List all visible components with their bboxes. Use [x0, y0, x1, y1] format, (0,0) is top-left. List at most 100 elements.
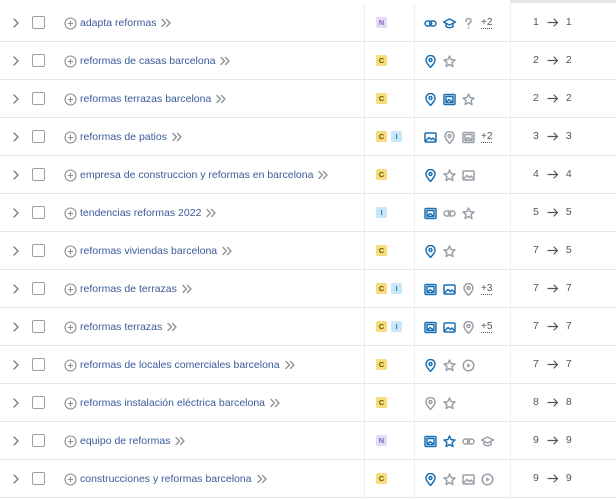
- chevron-right-icon[interactable]: [11, 245, 21, 257]
- row-checkbox[interactable]: [32, 358, 45, 371]
- add-keyword-icon[interactable]: [64, 92, 77, 106]
- keyword-link[interactable]: reformas de casas barcelona: [80, 55, 215, 67]
- add-keyword-icon[interactable]: [64, 130, 77, 144]
- row-checkbox[interactable]: [32, 130, 45, 143]
- star-icon[interactable]: [443, 168, 456, 182]
- graduation-cap-icon[interactable]: [481, 435, 494, 448]
- row-checkbox[interactable]: [32, 434, 45, 447]
- more-features-link[interactable]: +2: [481, 17, 493, 29]
- map-pin-icon[interactable]: [443, 130, 456, 144]
- question-icon[interactable]: [462, 17, 475, 30]
- star-icon[interactable]: [443, 54, 456, 68]
- star-icon[interactable]: [462, 206, 475, 220]
- keyword-link[interactable]: empresa de construccion y reformas en ba…: [80, 169, 313, 181]
- row-checkbox[interactable]: [32, 206, 45, 219]
- add-keyword-icon[interactable]: [64, 358, 77, 372]
- image-pack-icon[interactable]: [462, 131, 475, 144]
- map-pin-icon[interactable]: [424, 396, 437, 410]
- keyword-link[interactable]: reformas terrazas: [80, 321, 162, 333]
- double-chevron-right-icon[interactable]: [181, 284, 193, 294]
- row-checkbox[interactable]: [32, 244, 45, 257]
- double-chevron-right-icon[interactable]: [219, 56, 231, 66]
- double-chevron-right-icon[interactable]: [317, 170, 329, 180]
- double-chevron-right-icon[interactable]: [174, 436, 186, 446]
- chevron-right-icon[interactable]: [11, 283, 21, 295]
- row-checkbox[interactable]: [32, 320, 45, 333]
- image-pack-icon[interactable]: [424, 283, 437, 296]
- chevron-right-icon[interactable]: [11, 131, 21, 143]
- chevron-right-icon[interactable]: [11, 169, 21, 181]
- star-icon[interactable]: [443, 244, 456, 258]
- map-pin-icon[interactable]: [424, 168, 437, 182]
- image-icon[interactable]: [443, 321, 456, 334]
- chevron-right-icon[interactable]: [11, 55, 21, 67]
- chevron-right-icon[interactable]: [11, 321, 21, 333]
- image-pack-icon[interactable]: [424, 207, 437, 220]
- map-pin-icon[interactable]: [424, 472, 437, 486]
- keyword-link[interactable]: equipo de reformas: [80, 435, 170, 447]
- image-icon[interactable]: [424, 131, 437, 144]
- keyword-link[interactable]: adapta reformas: [80, 17, 156, 29]
- row-checkbox[interactable]: [32, 282, 45, 295]
- more-features-link[interactable]: +2: [481, 131, 493, 143]
- star-icon[interactable]: [443, 434, 456, 448]
- chevron-right-icon[interactable]: [11, 473, 21, 485]
- add-keyword-icon[interactable]: [64, 16, 77, 30]
- graduation-cap-icon[interactable]: [443, 17, 456, 30]
- map-pin-icon[interactable]: [462, 282, 475, 296]
- star-icon[interactable]: [443, 358, 456, 372]
- link-icon[interactable]: [424, 17, 437, 30]
- link-icon[interactable]: [443, 207, 456, 220]
- double-chevron-right-icon[interactable]: [269, 398, 281, 408]
- add-keyword-icon[interactable]: [64, 244, 77, 258]
- double-chevron-right-icon[interactable]: [256, 474, 268, 484]
- star-icon[interactable]: [443, 472, 456, 486]
- keyword-link[interactable]: reformas viviendas barcelona: [80, 245, 217, 257]
- chevron-right-icon[interactable]: [11, 435, 21, 447]
- row-checkbox[interactable]: [32, 16, 45, 29]
- more-features-link[interactable]: +5: [481, 321, 493, 333]
- star-icon[interactable]: [443, 396, 456, 410]
- double-chevron-right-icon[interactable]: [215, 94, 227, 104]
- chevron-right-icon[interactable]: [11, 207, 21, 219]
- map-pin-icon[interactable]: [424, 92, 437, 106]
- double-chevron-right-icon[interactable]: [160, 18, 172, 28]
- image-pack-icon[interactable]: [443, 93, 456, 106]
- map-pin-icon[interactable]: [424, 54, 437, 68]
- star-icon[interactable]: [462, 92, 475, 106]
- more-features-link[interactable]: +3: [481, 283, 493, 295]
- add-keyword-icon[interactable]: [64, 54, 77, 68]
- double-chevron-right-icon[interactable]: [205, 208, 217, 218]
- add-keyword-icon[interactable]: [64, 396, 77, 410]
- keyword-link[interactable]: reformas de patios: [80, 131, 167, 143]
- add-keyword-icon[interactable]: [64, 282, 77, 296]
- double-chevron-right-icon[interactable]: [171, 132, 183, 142]
- add-keyword-icon[interactable]: [64, 320, 77, 334]
- add-keyword-icon[interactable]: [64, 168, 77, 182]
- double-chevron-right-icon[interactable]: [221, 246, 233, 256]
- map-pin-icon[interactable]: [424, 358, 437, 372]
- image-icon[interactable]: [462, 169, 475, 182]
- keyword-link[interactable]: reformas terrazas barcelona: [80, 93, 211, 105]
- keyword-link[interactable]: reformas instalación eléctrica barcelona: [80, 397, 265, 409]
- image-pack-icon[interactable]: [424, 435, 437, 448]
- keyword-link[interactable]: reformas de terrazas: [80, 283, 177, 295]
- chevron-right-icon[interactable]: [11, 17, 21, 29]
- video-icon[interactable]: [481, 472, 494, 486]
- keyword-link[interactable]: construcciones y reformas barcelona: [80, 473, 252, 485]
- row-checkbox[interactable]: [32, 92, 45, 105]
- map-pin-icon[interactable]: [462, 320, 475, 334]
- image-icon[interactable]: [462, 473, 475, 486]
- video-icon[interactable]: [462, 358, 475, 372]
- double-chevron-right-icon[interactable]: [166, 322, 178, 332]
- keyword-link[interactable]: reformas de locales comerciales barcelon…: [80, 359, 280, 371]
- add-keyword-icon[interactable]: [64, 206, 77, 220]
- image-pack-icon[interactable]: [424, 321, 437, 334]
- keyword-link[interactable]: tendencias reformas 2022: [80, 207, 201, 219]
- add-keyword-icon[interactable]: [64, 472, 77, 486]
- row-checkbox[interactable]: [32, 396, 45, 409]
- link-icon[interactable]: [462, 435, 475, 448]
- image-icon[interactable]: [443, 283, 456, 296]
- chevron-right-icon[interactable]: [11, 93, 21, 105]
- row-checkbox[interactable]: [32, 472, 45, 485]
